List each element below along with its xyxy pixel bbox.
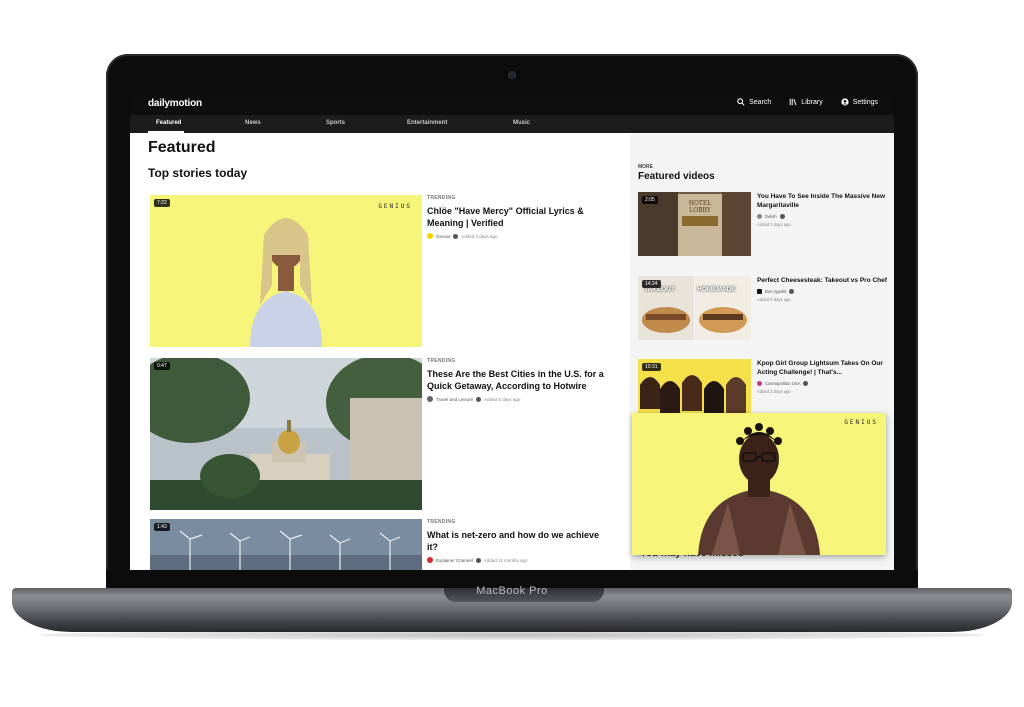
tab-news[interactable]: News [245, 120, 261, 126]
genius-watermark: GENIUS [378, 203, 412, 210]
featured-videos-title: Featured videos [638, 171, 715, 182]
user-icon [841, 98, 849, 106]
story-meta: TRENDING What is net-zero and how do we … [427, 519, 607, 563]
thumb-caption-right: HOMEMADE [697, 286, 736, 293]
trending-tag: TRENDING [427, 358, 456, 364]
byline: Genius Added 3 days ago [427, 233, 607, 239]
trending-tag: TRENDING [427, 195, 456, 201]
screen: dailymotion Search Library Settings Feat… [130, 92, 894, 570]
city-hall-image [150, 358, 422, 510]
channel-name[interactable]: Genius [436, 234, 450, 239]
channel-avatar[interactable] [427, 396, 433, 402]
duration-badge: 14:24 [642, 280, 661, 288]
library-icon [790, 98, 797, 106]
byline: Travel and Leisure Added 5 days ago [427, 396, 607, 402]
library-label: Library [801, 98, 823, 106]
tab-entertainment[interactable]: Entertainment [407, 120, 447, 126]
thumb-caption: HOTEL LOBBY [688, 200, 712, 214]
added-date: Added 8 days ago [757, 297, 791, 302]
byline: Cosmopolitan USA [757, 381, 887, 386]
top-nav: Search Library Settings [737, 98, 878, 106]
duration-badge: 0:47 [154, 362, 170, 370]
channel-avatar[interactable] [757, 214, 762, 219]
active-tab-indicator [148, 131, 184, 133]
tab-sports[interactable]: Sports [326, 120, 345, 126]
added-date: Added 5 days ago [484, 396, 521, 402]
featured-video-card[interactable]: TAKEOUT HOMEMADE 14:24 Perfect Cheeseste… [638, 276, 888, 340]
dailymotion-logo[interactable]: dailymotion [148, 98, 202, 109]
added-date: Added 3 days ago [757, 389, 791, 394]
video-title[interactable]: You Have To See Inside The Massive New M… [757, 192, 887, 210]
video-title[interactable]: Perfect Cheesesteak: Takeout vs Pro Chef [757, 276, 887, 285]
verified-icon [803, 381, 809, 386]
byline: Bon Appétit [757, 289, 887, 294]
story-thumbnail[interactable]: 0:47 [150, 358, 422, 510]
video-title[interactable]: Kpop Girl Group Lightsum Takes On Our Ac… [757, 359, 887, 377]
search-icon [737, 98, 745, 106]
duration-badge: 7:22 [154, 199, 170, 207]
story-meta: TRENDING Chlöe "Have Mercy" Official Lyr… [427, 195, 607, 239]
channel-avatar[interactable] [757, 381, 762, 386]
top-bar: dailymotion Search Library Settings [130, 92, 894, 115]
channel-name[interactable]: Delish [765, 214, 777, 219]
video-thumbnail[interactable]: HOTEL LOBBY 2:05 [638, 192, 751, 256]
story-title[interactable]: Chlöe "Have Mercy" Official Lyrics & Mea… [427, 205, 607, 229]
story-meta: TRENDING These Are the Best Cities in th… [427, 358, 607, 402]
video-meta: You Have To See Inside The Massive New M… [757, 192, 887, 227]
story-thumbnail[interactable]: GENIUS 7:22 [150, 195, 422, 347]
wind-turbines-image [150, 519, 422, 570]
tab-featured[interactable]: Featured [156, 120, 181, 126]
channel-name[interactable]: Cosmopolitan USA [765, 381, 800, 386]
library-button[interactable]: Library [789, 98, 823, 106]
video-meta: Kpop Girl Group Lightsum Takes On Our Ac… [757, 359, 887, 394]
channel-name[interactable]: Travel and Leisure [436, 397, 473, 402]
verified-icon [779, 214, 785, 219]
story-thumbnail[interactable]: 1:43 [150, 519, 422, 570]
video-meta: Perfect Cheesesteak: Takeout vs Pro Chef… [757, 276, 887, 302]
channel-avatar[interactable] [427, 233, 433, 239]
genius-artist-video [632, 413, 886, 555]
trending-tag: TRENDING [427, 519, 456, 525]
channel-name[interactable]: Bon Appétit [765, 289, 786, 294]
verified-icon [453, 233, 459, 239]
added-date: Added 3 days ago [461, 233, 498, 239]
page-title: Featured [148, 139, 216, 156]
camera [509, 72, 515, 78]
channel-name[interactable]: Explainer Channel [436, 558, 473, 563]
story-card[interactable]: 1:43 TRENDING What is net-zero and how d… [150, 519, 610, 570]
story-card[interactable]: 0:47 TRENDING These Are the Best Cities … [150, 358, 610, 510]
more-label: MORE [638, 164, 653, 170]
settings-button[interactable]: Settings [841, 98, 878, 106]
added-date: Added 3 days ago [757, 222, 791, 227]
settings-label: Settings [852, 98, 878, 106]
video-thumbnail[interactable]: TAKEOUT HOMEMADE 14:24 [638, 276, 751, 340]
channel-avatar[interactable] [427, 557, 433, 563]
verified-icon [476, 396, 482, 402]
tab-music[interactable]: Music [513, 120, 530, 126]
story-card[interactable]: GENIUS 7:22 TRENDING Chlöe "Have Mercy" … [150, 195, 610, 347]
byline: Explainer Channel Added 11 months ago [427, 557, 607, 563]
genius-watermark: GENIUS [844, 419, 878, 426]
mini-player[interactable]: GENIUS [632, 413, 886, 555]
verified-icon [789, 289, 795, 294]
duration-badge: 1:43 [154, 523, 170, 531]
duration-badge: 2:05 [642, 196, 658, 204]
search-button[interactable]: Search [737, 98, 771, 106]
genius-singer-image [150, 195, 422, 347]
search-label: Search [749, 98, 772, 106]
story-title[interactable]: What is net-zero and how do we achieve i… [427, 529, 607, 553]
featured-video-card[interactable]: HOTEL LOBBY 2:05 You Have To See Inside … [638, 192, 888, 256]
added-date: Added 11 months ago [483, 557, 528, 563]
byline: Delish [757, 214, 887, 219]
device-label: MacBook Pro [476, 585, 548, 597]
channel-avatar[interactable] [757, 289, 762, 294]
laptop-shadow [40, 630, 984, 640]
duration-badge: 10:31 [642, 363, 661, 371]
section-title: Top stories today [148, 166, 248, 180]
category-bar: Featured News Sports Entertainment Music [130, 115, 894, 133]
story-title[interactable]: These Are the Best Cities in the U.S. fo… [427, 368, 607, 392]
verified-icon [475, 557, 481, 563]
